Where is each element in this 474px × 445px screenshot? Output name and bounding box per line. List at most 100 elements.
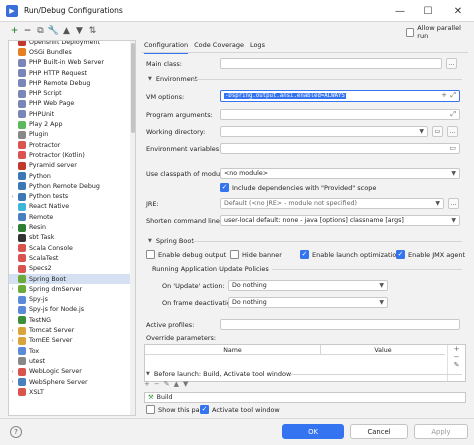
minimize-button[interactable]: — — [386, 0, 414, 22]
column-header-value[interactable]: Value — [321, 345, 445, 355]
active-profiles-input[interactable] — [220, 319, 460, 330]
on-frame-deactivation-dropdown[interactable]: Do nothing ▼ — [228, 297, 388, 308]
help-icon[interactable]: ? — [10, 426, 22, 438]
shorten-command-line-dropdown[interactable]: user-local default: none - java [options… — [220, 215, 460, 226]
before-launch-list[interactable]: ⚒ Build — [144, 392, 466, 403]
expand-icon[interactable]: ⤢ — [450, 110, 456, 119]
column-header-name[interactable]: Name — [145, 345, 321, 355]
configuration-tree[interactable]: XSLT › WebSphere Server › WebLogic Server ute… — [8, 40, 136, 416]
tree-item[interactable]: Spy-js for Node.js — [9, 305, 135, 315]
edit-parameter-icon[interactable]: ✎ — [454, 361, 460, 369]
allow-parallel-run[interactable]: Allow parallel run — [406, 24, 468, 40]
jre-dropdown[interactable]: Default (<no JRE> - module not specified… — [220, 198, 444, 209]
enable-debug-output-checkbox[interactable] — [146, 250, 155, 259]
tree-item[interactable]: Tox — [9, 346, 135, 356]
remove-parameter-icon[interactable]: − — [454, 353, 460, 361]
spring-boot-section[interactable]: ▼ Spring Boot — [148, 237, 194, 245]
main-class-input[interactable] — [220, 58, 442, 69]
tree-item[interactable]: Spy-js — [9, 295, 135, 305]
tree-item[interactable]: TestNG — [9, 315, 135, 325]
vm-options-input[interactable]: -Dspring.output.ansi.enabled=ALWAYS + ⤢ — [220, 90, 460, 102]
allow-parallel-run-checkbox[interactable] — [406, 27, 415, 37]
enable-jmx-agent-checkbox[interactable]: ✓ — [396, 250, 405, 259]
tree-item[interactable]: XSLT — [9, 387, 135, 397]
tree-item[interactable]: › Python tests — [9, 192, 135, 202]
tree-item[interactable]: PHPUnit — [9, 109, 135, 119]
tree-item[interactable]: Pyramid server — [9, 161, 135, 171]
build-task-label[interactable]: Build — [157, 394, 173, 401]
add-task-icon[interactable]: + — [144, 380, 150, 388]
move-down-icon[interactable]: ▼ — [73, 24, 86, 38]
expand-arrow-icon[interactable]: › — [9, 369, 16, 375]
chevron-down-icon[interactable]: ▼ — [451, 170, 456, 177]
tree-item[interactable]: Play 2 App — [9, 119, 135, 129]
tree-item[interactable]: PHP Built-in Web Server — [9, 58, 135, 68]
tree-item[interactable]: Protractor — [9, 140, 135, 150]
environment-section[interactable]: ▼ Environment — [148, 75, 197, 83]
hide-banner[interactable]: Hide banner — [230, 250, 282, 259]
edit-variables-icon[interactable]: ▭ — [449, 144, 456, 152]
program-arguments-input[interactable]: ⤢ — [220, 109, 460, 120]
tree-item[interactable]: sbt Task — [9, 233, 135, 243]
chevron-down-icon[interactable]: ▼ — [379, 299, 384, 306]
tree-item[interactable]: › WebLogic Server — [9, 367, 135, 377]
tree-item[interactable]: utest — [9, 356, 135, 366]
tree-item[interactable]: › WebSphere Server — [9, 377, 135, 387]
show-this-page[interactable]: Show this page — [146, 405, 208, 414]
add-parameter-icon[interactable]: + — [454, 345, 460, 353]
ok-button[interactable]: OK — [282, 424, 344, 439]
tree-item[interactable]: Scala Console — [9, 243, 135, 253]
tree-item[interactable]: Protractor (Kotlin) — [9, 150, 135, 160]
expand-icon[interactable]: ⤢ — [450, 91, 456, 100]
apply-button[interactable]: Apply — [414, 424, 468, 439]
tree-item[interactable]: PHP Remote Debug — [9, 78, 135, 88]
include-dependencies-checkbox[interactable]: ✓ — [220, 183, 229, 192]
main-class-browse-button[interactable]: … — [446, 58, 457, 69]
activate-tool-window[interactable]: ✓ Activate tool window — [200, 405, 280, 414]
tree-item[interactable]: Plugin — [9, 130, 135, 140]
folder-browse-button[interactable]: ▭ — [432, 126, 443, 137]
tree-item[interactable]: Python Remote Debug — [9, 181, 135, 191]
tree-item[interactable]: Spring Boot — [9, 273, 135, 285]
enable-launch-optimization-checkbox[interactable]: ✓ — [300, 250, 309, 259]
tree-item[interactable]: PHP HTTP Request — [9, 68, 135, 78]
enable-jmx-agent[interactable]: ✓ Enable JMX agent — [396, 250, 465, 259]
expand-arrow-icon[interactable]: › — [9, 225, 16, 231]
move-up-icon[interactable]: ▲ — [60, 24, 73, 38]
expand-arrow-icon[interactable]: › — [9, 194, 16, 200]
tree-item[interactable]: PHP Script — [9, 89, 135, 99]
before-launch-section[interactable]: ▼ Before launch: Build, Activate tool wi… — [146, 370, 291, 378]
tree-item[interactable]: React Native — [9, 202, 135, 212]
tree-item[interactable]: Specs2 — [9, 264, 135, 274]
tree-item[interactable]: ScalaTest — [9, 253, 135, 263]
tree-item[interactable]: › Spring dmServer — [9, 284, 135, 294]
expand-arrow-icon[interactable]: › — [9, 286, 16, 292]
cancel-button[interactable]: Cancel — [350, 424, 408, 439]
expand-arrow-icon[interactable]: › — [9, 338, 16, 344]
macro-button[interactable]: … — [447, 126, 458, 137]
hide-banner-checkbox[interactable] — [230, 250, 239, 259]
remove-task-icon[interactable]: − — [154, 380, 160, 388]
enable-debug-output[interactable]: Enable debug output — [146, 250, 226, 259]
tree-item[interactable]: Python — [9, 171, 135, 181]
tree-item[interactable]: › TomEE Server — [9, 336, 135, 346]
jre-browse-button[interactable]: … — [448, 198, 459, 209]
tree-item[interactable]: Openshift Deployment — [9, 41, 135, 47]
expand-arrow-icon[interactable]: › — [9, 379, 16, 385]
expand-arrow-icon[interactable]: › — [9, 328, 16, 334]
maximize-button[interactable]: ☐ — [414, 0, 442, 22]
enable-launch-optimization[interactable]: ✓ Enable launch optimization — [300, 250, 400, 259]
tree-item[interactable]: › Resin — [9, 222, 135, 232]
on-update-dropdown[interactable]: Do nothing ▼ — [228, 280, 388, 291]
show-this-page-checkbox[interactable] — [146, 405, 155, 414]
tree-item[interactable]: › Tomcat Server — [9, 325, 135, 335]
activate-tool-window-checkbox[interactable]: ✓ — [200, 405, 209, 414]
environment-variables-input[interactable]: ▭ — [220, 143, 460, 154]
tree-scrollbar-thumb[interactable] — [130, 43, 135, 133]
move-down-task-icon[interactable]: ▼ — [183, 380, 188, 388]
chevron-down-icon[interactable]: ▼ — [379, 282, 384, 289]
chevron-down-icon[interactable]: ▼ — [451, 217, 456, 224]
wrench-icon[interactable]: 🔧 — [47, 24, 60, 38]
chevron-down-icon[interactable]: ▼ — [419, 128, 424, 135]
tree-scrollbar[interactable] — [130, 41, 135, 415]
